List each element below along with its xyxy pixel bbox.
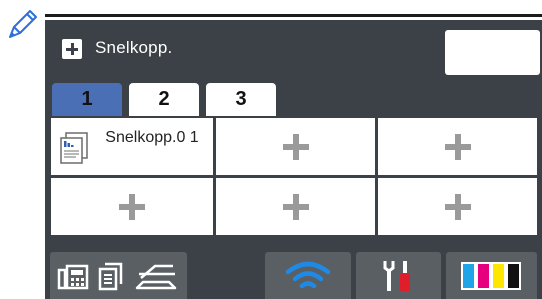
add-icon xyxy=(282,193,309,220)
add-shortcut-button-6[interactable] xyxy=(378,178,537,235)
wifi-icon xyxy=(285,261,331,288)
shortcut-label: Snelkopp.0 1 xyxy=(105,129,199,146)
shortcut-plus-icon xyxy=(62,39,82,59)
tab-2[interactable]: 2 xyxy=(129,83,199,116)
copy-document-icon xyxy=(60,132,88,164)
tab-1[interactable]: 1 xyxy=(52,83,122,116)
shortcut-button-1[interactable]: Snelkopp.0 1 xyxy=(51,118,213,175)
note-pencil-icon xyxy=(9,10,37,38)
add-shortcut-button-3[interactable] xyxy=(378,118,537,175)
printer-touchscreen: Snelkopp. 1 2 3 Snelkopp.0 1 xyxy=(45,20,542,299)
add-icon xyxy=(282,133,309,160)
add-icon xyxy=(119,193,145,220)
ink-button[interactable] xyxy=(446,252,537,299)
tab-3[interactable]: 3 xyxy=(206,83,276,116)
fax-copy-scan-button[interactable] xyxy=(50,252,187,299)
settings-tools-icon xyxy=(383,260,410,291)
add-shortcut-button-2[interactable] xyxy=(216,118,375,175)
add-icon xyxy=(444,133,471,160)
shortcut-grid: Snelkopp.0 1 xyxy=(51,118,537,235)
ink-cartridges-icon xyxy=(460,261,521,290)
add-shortcut-button-4[interactable] xyxy=(51,178,213,235)
top-divider xyxy=(45,14,542,17)
fax-copy-scan-icon xyxy=(57,262,176,290)
add-shortcut-button-5[interactable] xyxy=(216,178,375,235)
header-blank-button[interactable] xyxy=(445,30,540,75)
wifi-button[interactable] xyxy=(265,252,351,299)
add-icon xyxy=(444,193,471,220)
page-title: Snelkopp. xyxy=(95,38,173,57)
settings-button[interactable] xyxy=(356,252,441,299)
